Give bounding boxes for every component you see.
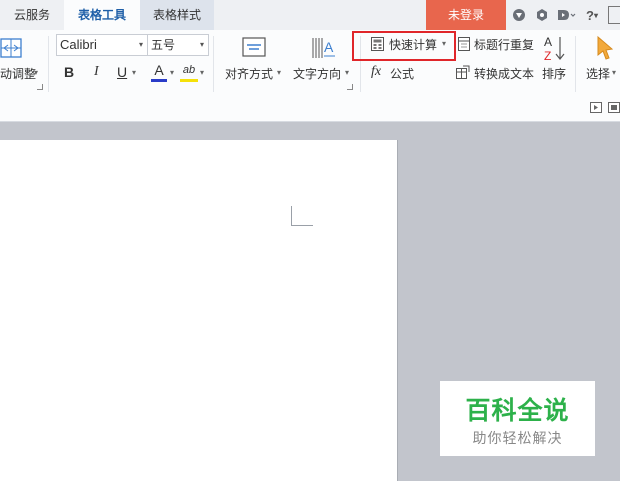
highlight-bar: [180, 79, 198, 82]
skin-icon[interactable]: [511, 7, 527, 23]
share-icon[interactable]: [556, 7, 576, 23]
select-label[interactable]: 选择: [586, 65, 610, 82]
font-size-select[interactable]: 五号 ▾: [147, 34, 209, 56]
convert-to-text-label[interactable]: 转换成文本: [474, 65, 534, 82]
settings-icon[interactable]: [534, 7, 550, 23]
separator: [213, 36, 214, 92]
select-dropdown-icon[interactable]: ▾: [612, 68, 616, 77]
font-color-bar: [151, 79, 167, 82]
formula-label[interactable]: 公式: [390, 65, 414, 82]
autofit-dropdown-icon[interactable]: ▾: [34, 68, 38, 77]
text-direction-label[interactable]: 文字方向: [293, 65, 341, 82]
underline-dropdown-icon[interactable]: ▾: [132, 68, 136, 77]
select-cursor-icon[interactable]: [595, 35, 615, 61]
font-color-dropdown-icon[interactable]: ▾: [170, 68, 174, 77]
watermark-title: 百科全说: [465, 396, 570, 425]
help-dropdown-glyph: ▾: [593, 10, 598, 20]
collapse-ribbon-icon[interactable]: [608, 6, 620, 24]
help-icon[interactable]: ? ▾: [582, 7, 602, 23]
tab-bar: 云服务 表格工具 表格样式 未登录 ? ▾: [0, 0, 620, 30]
tab-table-style[interactable]: 表格样式: [140, 0, 214, 30]
font-color-glyph: A: [154, 62, 164, 78]
sort-icon[interactable]: AZ: [542, 34, 568, 63]
autofit-label[interactable]: 动调整: [0, 65, 36, 82]
font-name-value: Calibri: [60, 37, 97, 52]
watermark-subtitle: 助你轻松解决: [472, 431, 563, 447]
font-color-button[interactable]: A: [151, 62, 167, 82]
highlight-dropdown-icon[interactable]: ▾: [200, 68, 204, 77]
font-size-value: 五号: [151, 38, 176, 52]
svg-text:A: A: [324, 39, 334, 55]
page-margin-mark: [291, 206, 313, 226]
tab-cloud-service[interactable]: 云服务: [0, 0, 64, 30]
italic-button[interactable]: I: [94, 64, 99, 82]
repeat-header-icon: [458, 37, 470, 51]
tab-table-tools[interactable]: 表格工具: [64, 0, 140, 30]
bold-button[interactable]: B: [64, 64, 74, 82]
font-name-select[interactable]: Calibri ▾: [56, 34, 148, 56]
convert-to-text-icon: [456, 65, 470, 79]
dialog-launcher-icon[interactable]: [347, 84, 353, 90]
chevron-down-icon: ▾: [199, 40, 204, 49]
watermark-logo: 百科全说 助你轻松解决: [440, 381, 595, 456]
highlight-button[interactable]: ab: [180, 62, 198, 82]
separator: [575, 36, 576, 92]
sort-label[interactable]: 排序: [542, 65, 566, 82]
text-direction-dropdown-icon[interactable]: ▾: [345, 68, 349, 77]
ribbon: 动调整 ▾ Calibri ▾ 五号 ▾ B I U ▾ A ▾ ab ▾ 对齐…: [0, 30, 620, 122]
align-label[interactable]: 对齐方式: [225, 65, 273, 82]
help-glyph: ?: [586, 7, 594, 23]
text-direction-icon[interactable]: A: [310, 34, 336, 60]
screen-icon[interactable]: [608, 102, 620, 113]
align-icon[interactable]: [240, 36, 268, 58]
document-page[interactable]: [0, 140, 398, 481]
autofit-icon[interactable]: [0, 38, 22, 58]
separator: [48, 36, 49, 92]
play-icon[interactable]: [590, 102, 602, 113]
login-button[interactable]: 未登录: [426, 0, 506, 30]
repeat-header-label[interactable]: 标题行重复: [474, 36, 534, 53]
formula-icon[interactable]: fx: [371, 64, 381, 80]
align-dropdown-icon[interactable]: ▾: [277, 68, 281, 77]
underline-button[interactable]: U: [117, 64, 127, 82]
dialog-launcher-icon[interactable]: [37, 84, 43, 90]
chevron-down-icon: ▾: [138, 40, 143, 49]
svg-text:Z: Z: [544, 49, 551, 62]
svg-text:A: A: [544, 35, 552, 49]
highlight-glyph: ab: [182, 64, 196, 76]
document-workarea[interactable]: 百科全说 助你轻松解决: [0, 123, 620, 481]
quick-calc-highlight-box[interactable]: [352, 31, 456, 61]
